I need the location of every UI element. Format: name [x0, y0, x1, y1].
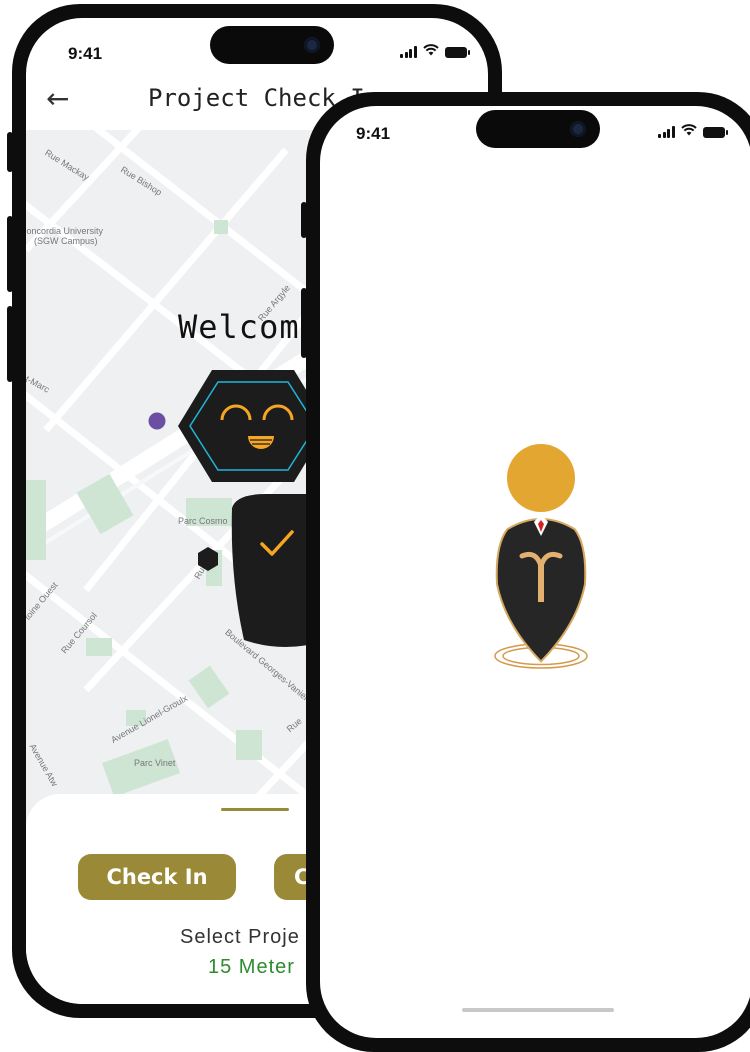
camera-icon — [570, 121, 586, 137]
action-button — [7, 132, 13, 172]
map-label: Parc Vinet — [134, 758, 176, 768]
volume-up-button — [301, 288, 307, 358]
map-label: (SGW Campus) — [34, 236, 98, 246]
app-logo-icon — [494, 444, 588, 669]
wifi-icon — [680, 124, 697, 140]
system-icons — [400, 44, 470, 60]
wifi-icon — [422, 44, 439, 60]
dynamic-island — [476, 110, 600, 148]
status-bar: 9:41 — [26, 18, 488, 74]
robot-mascot-icon — [178, 370, 326, 647]
front-phone-frame: 9:41 — [301, 92, 750, 1052]
home-indicator[interactable] — [462, 1008, 614, 1012]
status-time: 9:41 — [356, 124, 391, 143]
location-dot-icon — [148, 412, 166, 430]
check-in-button[interactable]: Check In — [78, 854, 236, 900]
select-project-text: Select Proje — [180, 926, 300, 948]
welcome-text: Welcom — [178, 308, 300, 346]
action-button — [301, 202, 307, 238]
cellular-signal-icon — [400, 46, 417, 58]
status-bar: 9:41 — [320, 106, 750, 162]
volume-up-button — [7, 216, 13, 292]
front-phone-screen: 9:41 — [320, 106, 750, 1038]
sheet-handle[interactable] — [221, 808, 289, 811]
map-label: Concordia University — [26, 226, 104, 236]
cellular-signal-icon — [658, 126, 675, 138]
distance-text: 15 Meter — [208, 956, 295, 978]
system-icons — [658, 124, 728, 140]
volume-down-button — [7, 306, 13, 382]
camera-icon — [304, 37, 320, 53]
dynamic-island — [210, 26, 334, 64]
battery-icon — [702, 126, 728, 138]
status-time: 9:41 — [68, 44, 103, 63]
battery-icon — [444, 46, 470, 58]
back-arrow-icon[interactable]: ← — [46, 82, 69, 115]
